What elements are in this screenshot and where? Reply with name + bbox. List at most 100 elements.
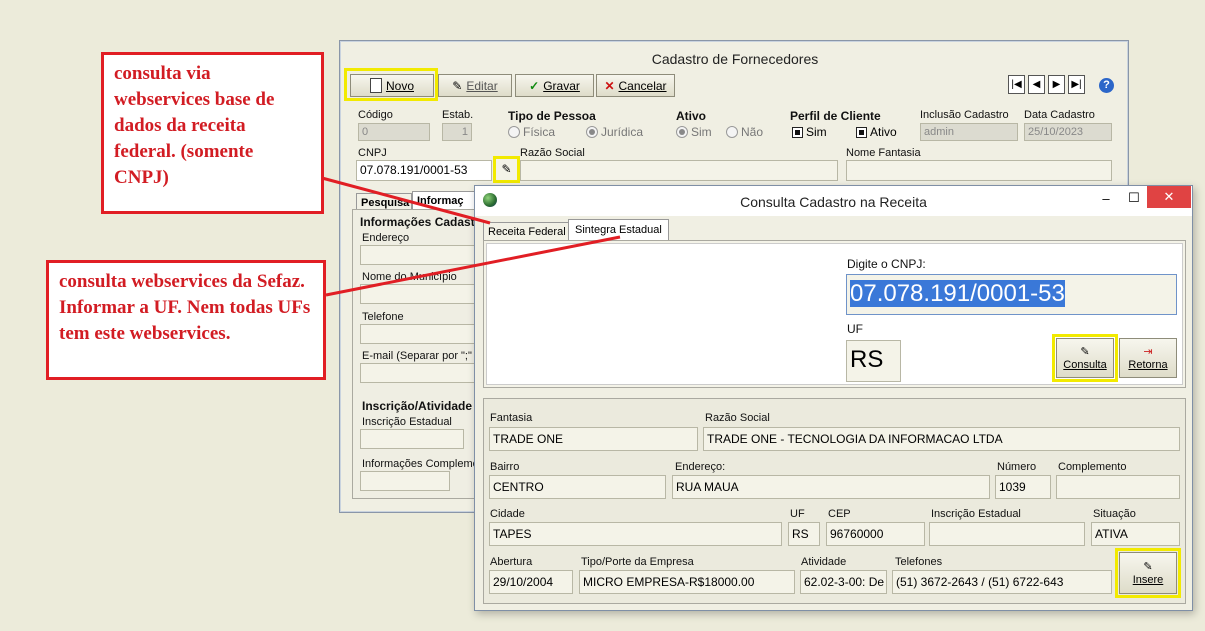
- cancelar-button[interactable]: ✕ Cancelar: [596, 74, 675, 97]
- codigo-label: Código: [358, 109, 393, 121]
- telefones-label: Telefones: [895, 556, 943, 568]
- endereco-field[interactable]: [360, 245, 478, 265]
- telefone-field[interactable]: [360, 324, 478, 344]
- estab-field[interactable]: 1: [442, 123, 472, 141]
- inclusao-field[interactable]: admin: [920, 123, 1018, 141]
- tipo-porte-label: Tipo/Porte da Empresa: [581, 556, 694, 568]
- consulta-button[interactable]: ✎ Consulta: [1056, 338, 1114, 378]
- next-record-button[interactable]: ▶: [1048, 75, 1065, 94]
- ativo-nao-text: Não: [741, 125, 764, 139]
- consulta-dialog: Consulta Cadastro na Receita – ☐ ✕ Recei…: [474, 185, 1193, 611]
- inscricao-estadual-label: Inscrição Estadual: [362, 416, 452, 428]
- cancelar-label: Cancelar: [618, 78, 667, 93]
- uf-dialog-field[interactable]: RS: [788, 522, 820, 546]
- cidade-field[interactable]: TAPES: [489, 522, 782, 546]
- minimize-button[interactable]: –: [1095, 191, 1117, 206]
- cnpj-input[interactable]: 07.078.191/0001-53: [846, 274, 1177, 315]
- inscricao-dialog-field[interactable]: [929, 522, 1085, 546]
- tipo-porte-field[interactable]: MICRO EMPRESA-R$18000.00: [579, 570, 795, 594]
- cep-field[interactable]: 96760000: [826, 522, 925, 546]
- razao-social-field[interactable]: [520, 160, 838, 181]
- situacao-field[interactable]: ATIVA: [1091, 522, 1180, 546]
- estab-label: Estab.: [442, 109, 474, 121]
- info-compl-field[interactable]: [360, 471, 450, 491]
- help-icon[interactable]: ?: [1099, 78, 1114, 93]
- endereco-label: Endereço: [362, 232, 410, 244]
- info-compl-label: Informações Complemer: [362, 458, 483, 470]
- nome-fantasia-label: Nome Fantasia: [846, 147, 921, 159]
- uf-dialog-label: UF: [790, 508, 805, 520]
- first-record-button[interactable]: |◀: [1008, 75, 1025, 94]
- editar-button[interactable]: ✎ Editar: [438, 74, 512, 97]
- annotation-receita-note: consulta via webservices base de dados d…: [101, 52, 324, 214]
- uf-prompt-label: UF: [847, 322, 863, 336]
- cidade-label: Cidade: [490, 508, 525, 520]
- cnpj-input-text: 07.078.191/0001-53: [850, 280, 1065, 307]
- ativo-sim-text: Sim: [691, 125, 712, 139]
- tipo-pessoa-label: Tipo de Pessoa: [508, 109, 596, 123]
- numero-field[interactable]: 1039: [995, 475, 1051, 499]
- data-cadastro-field[interactable]: 25/10/2023: [1024, 123, 1112, 141]
- insere-button[interactable]: ✎ Insere: [1119, 552, 1177, 594]
- telefones-field[interactable]: (51) 3672-2643 / (51) 6722-643: [892, 570, 1112, 594]
- cnpj-label: CNPJ: [358, 147, 387, 159]
- gravar-button[interactable]: ✓ Gravar: [515, 74, 594, 97]
- exit-door-icon: ⇥: [1143, 346, 1153, 358]
- ativo-sim-radio[interactable]: Sim: [676, 125, 712, 139]
- endereco-dialog-field[interactable]: RUA MAUA: [672, 475, 990, 499]
- bairro-label: Bairro: [490, 461, 520, 473]
- numero-label: Número: [997, 461, 1037, 473]
- tab-informacoes[interactable]: Informaç: [412, 191, 482, 210]
- insere-pen-icon: ✎: [1143, 561, 1153, 573]
- complemento-field[interactable]: [1056, 475, 1180, 499]
- radio-dot-icon: [726, 126, 738, 138]
- atividade-field[interactable]: 62.02-3-00: De: [800, 570, 887, 594]
- fisica-radio[interactable]: Física: [508, 125, 555, 139]
- municipio-field[interactable]: [360, 284, 478, 304]
- maximize-button[interactable]: ☐: [1123, 190, 1145, 206]
- situacao-label: Situação: [1093, 508, 1136, 520]
- nome-fantasia-field[interactable]: [846, 160, 1112, 181]
- tab-sintegra-estadual[interactable]: Sintegra Estadual: [568, 219, 669, 240]
- edit-icon: ✎: [452, 78, 463, 93]
- retorna-button[interactable]: ⇥ Retorna: [1119, 338, 1177, 378]
- retorna-label: Retorna: [1128, 359, 1168, 371]
- ativo-nao-radio[interactable]: Não: [726, 125, 763, 139]
- consulta-receita-button[interactable]: ✎: [493, 156, 520, 183]
- razao-field[interactable]: TRADE ONE - TECNOLOGIA DA INFORMACAO LTD…: [703, 427, 1180, 451]
- codigo-field[interactable]: 0: [358, 123, 430, 141]
- cancel-x-icon: ✕: [604, 78, 615, 93]
- radio-dot-icon: [676, 126, 688, 138]
- fantasia-field[interactable]: TRADE ONE: [489, 427, 698, 451]
- tab-receita-federal[interactable]: Receita Federal: [483, 222, 571, 241]
- juridica-radio[interactable]: Jurídica: [586, 125, 643, 139]
- last-record-button[interactable]: ▶|: [1068, 75, 1085, 94]
- prev-record-button[interactable]: ◀: [1028, 75, 1045, 94]
- consulta-label: Consulta: [1063, 359, 1107, 371]
- uf-input[interactable]: RS: [846, 340, 901, 382]
- perfil-cliente-label: Perfil de Cliente: [790, 109, 881, 123]
- inclusao-label: Inclusão Cadastro: [920, 109, 1009, 121]
- abertura-field[interactable]: 29/10/2004: [489, 570, 573, 594]
- close-button[interactable]: ✕: [1147, 186, 1191, 208]
- ativo-label: Ativo: [676, 109, 706, 123]
- bairro-field[interactable]: CENTRO: [489, 475, 666, 499]
- pen-icon: ✎: [501, 162, 512, 176]
- cnpj-prompt-label: Digite o CNPJ:: [847, 257, 926, 271]
- razao-social-label: Razão Social: [520, 147, 585, 159]
- perfil-sim-text: Sim: [806, 125, 827, 139]
- cep-label: CEP: [828, 508, 851, 520]
- cnpj-field[interactable]: 07.078.191/0001-53: [356, 160, 492, 181]
- email-field[interactable]: [360, 363, 478, 383]
- inscricao-estadual-field[interactable]: [360, 429, 464, 449]
- juridica-text: Jurídica: [601, 125, 644, 139]
- data-cadastro-label: Data Cadastro: [1024, 109, 1095, 121]
- fantasia-label: Fantasia: [490, 412, 533, 424]
- checkmark-icon: ✓: [529, 78, 540, 93]
- perfil-sim-checkbox[interactable]: Sim: [792, 125, 827, 139]
- consulta-edit-icon: ✎: [1080, 346, 1090, 358]
- annotation-sefaz-note: consulta webservices da Sefaz. Informar …: [46, 260, 326, 380]
- dialog-title: Consulta Cadastro na Receita: [740, 194, 927, 210]
- checkbox-icon: [856, 126, 867, 138]
- perfil-ativo-checkbox[interactable]: Ativo: [856, 125, 897, 139]
